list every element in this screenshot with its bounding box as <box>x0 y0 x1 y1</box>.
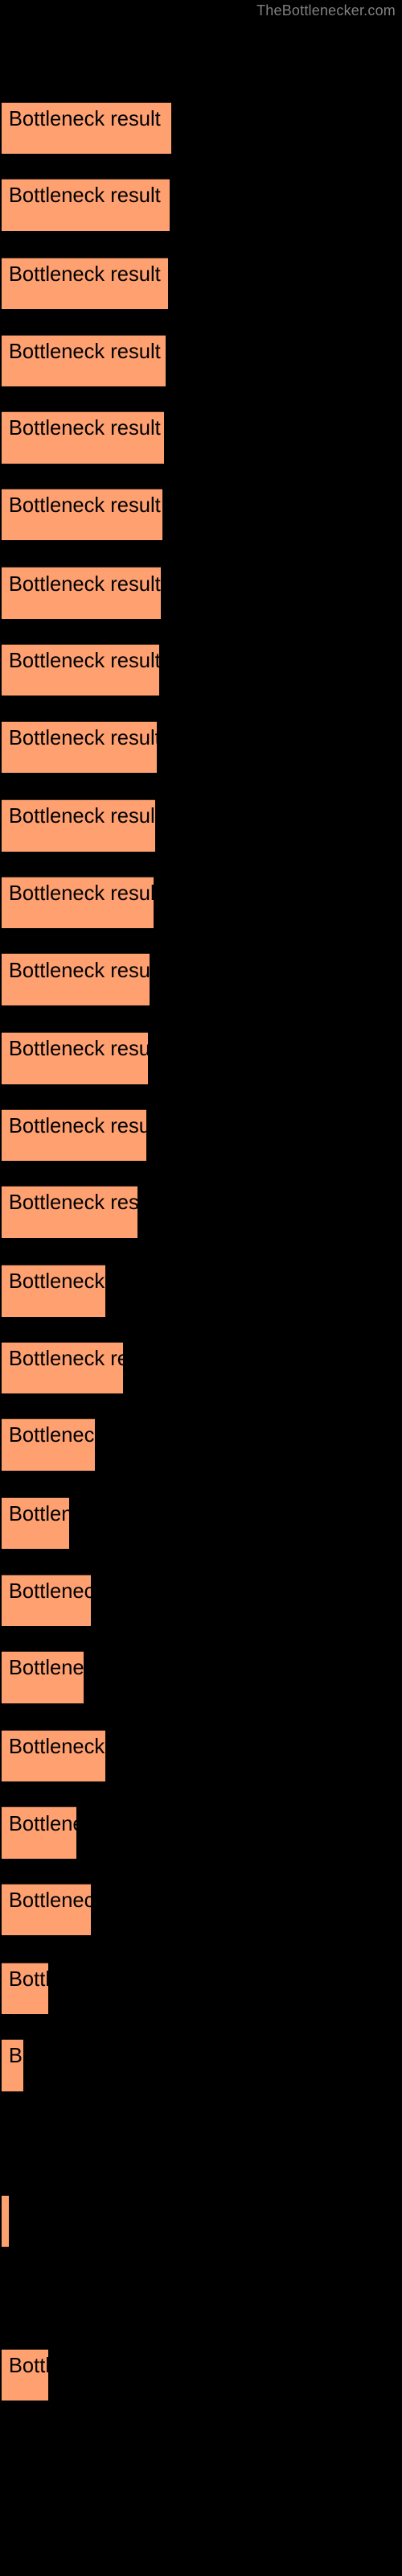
bar-label: Bottleneck result <box>8 417 161 440</box>
bar-8[interactable]: Bottleneck result <box>2 644 159 696</box>
bar-label: Bottleneck result <box>8 263 161 287</box>
bar-label: Bottleneck result <box>8 2354 48 2377</box>
bar-label: Bottleneck result <box>8 1191 137 1215</box>
bar-label: Bottleneck result <box>8 493 161 517</box>
bar-7[interactable]: Bottleneck result <box>2 567 161 619</box>
bar-13[interactable]: Bottleneck result <box>2 1032 149 1084</box>
bar-18[interactable]: Bottleneck result <box>2 1418 95 1471</box>
bar-label: Bottleneck result <box>8 1889 91 1913</box>
bar-19[interactable]: Bottleneck result <box>2 1497 70 1550</box>
bar-label: Bottleneck result <box>8 1424 95 1447</box>
bar-21[interactable]: Bottleneck result <box>2 1651 84 1703</box>
bar-label: Bottleneck result <box>8 1967 48 1991</box>
bar-10[interactable]: Bottleneck result <box>2 799 156 852</box>
bar-17[interactable]: Bottleneck result <box>2 1341 124 1394</box>
bar-label: Bottleneck result <box>8 340 161 363</box>
bar-label: Bottleneck result <box>8 107 161 130</box>
bar-label: Bottleneck result <box>8 1657 84 1680</box>
bar-22[interactable]: Bottleneck result <box>2 1729 105 1782</box>
bar-label: Bottleneck result <box>8 959 150 982</box>
bar-label: Bottleneck result <box>8 805 156 828</box>
bar-1[interactable]: Bottleneck result <box>2 101 172 155</box>
bar-23[interactable]: Bottleneck result <box>2 1806 77 1859</box>
bar-14[interactable]: Bottleneck result <box>2 1108 146 1162</box>
bar-label: Bottleneck result <box>8 881 154 905</box>
bar-label: Bottleneck result <box>8 1347 123 1370</box>
bar-26[interactable]: Bottleneck result <box>2 2039 23 2091</box>
bar-11[interactable]: Bottleneck result <box>2 876 154 929</box>
bar-label: Bottleneck result <box>8 1812 76 1835</box>
bar-label: Bottleneck result <box>8 2045 23 2068</box>
bar-24[interactable]: Bottleneck result <box>2 1884 92 1936</box>
bar-label: Bottleneck result <box>8 184 161 208</box>
bar-6[interactable]: Bottleneck result <box>2 488 162 541</box>
bar-label: Bottleneck result <box>8 572 161 596</box>
bar-label: Bottleneck result <box>8 1503 70 1526</box>
bar-28[interactable]: Bottleneck result <box>2 2348 48 2401</box>
bar-25[interactable]: Bottleneck result <box>2 1962 48 2015</box>
bar-label: Bottleneck result <box>8 1735 105 1758</box>
bar-label: Bottleneck result <box>8 1579 91 1603</box>
bottleneck-bar-chart: Bottleneck result Bottleneck result Bottle… <box>0 0 402 2576</box>
bar-9[interactable]: Bottleneck result <box>2 720 158 773</box>
bar-12[interactable]: Bottleneck result <box>2 953 150 1005</box>
bar-label: Bottleneck result <box>8 726 158 749</box>
bar-label: Bottleneck result <box>8 1114 146 1137</box>
bar-label: Bottleneck result <box>8 1038 149 1061</box>
bar-4[interactable]: Bottleneck result <box>2 334 166 386</box>
bar-5[interactable]: Bottleneck result <box>2 411 165 464</box>
bar-label: Bottleneck result <box>8 650 159 673</box>
bar-label: Bottleneck result <box>8 1270 105 1294</box>
bar-20[interactable]: Bottleneck result <box>2 1574 92 1626</box>
bar-16[interactable]: Bottleneck result <box>2 1265 105 1317</box>
bar-3[interactable]: Bottleneck result <box>2 258 168 310</box>
bar-2[interactable]: Bottleneck result <box>2 179 170 231</box>
bar-15[interactable]: Bottleneck result <box>2 1186 137 1238</box>
bar-27[interactable]: Bottleneck result <box>2 2194 9 2248</box>
